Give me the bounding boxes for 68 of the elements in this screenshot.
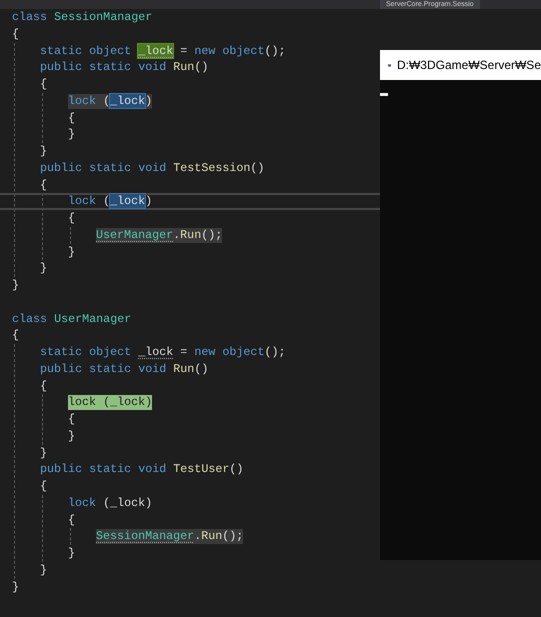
code-token: () <box>194 60 208 74</box>
code-token: static object <box>40 345 132 359</box>
text-cursor <box>380 93 388 96</box>
code-token: UserManager <box>96 228 174 242</box>
console-title: D:₩3DGame₩Server₩Se <box>396 58 541 72</box>
code-token: { <box>68 110 76 124</box>
code-token: _lock <box>138 44 174 58</box>
code-token: = <box>179 345 188 359</box>
code-token: . <box>173 228 180 242</box>
code-token: } <box>40 446 48 460</box>
code-token: { <box>68 512 76 526</box>
code-token: static object <box>40 44 132 58</box>
code-token: Run <box>180 228 202 242</box>
code-token: } <box>40 144 48 158</box>
code-token: public static void <box>40 160 166 175</box>
code-token: . <box>194 529 202 544</box>
code-token: { <box>40 77 48 91</box>
code-token: } <box>68 428 76 443</box>
code-token: Run <box>172 362 194 376</box>
code-token: TestSession <box>172 160 250 175</box>
code-token: lock <box>68 194 96 208</box>
code-token: Run <box>201 529 222 544</box>
code-token: public static void <box>40 60 166 74</box>
code-token: public static void <box>40 362 166 376</box>
code-token: { <box>12 26 20 41</box>
code-token: class <box>12 312 48 326</box>
code-token: lock <box>68 94 96 108</box>
code-token: { <box>40 378 48 392</box>
code-token: (); <box>201 228 222 242</box>
code-token: SessionManager <box>53 10 152 24</box>
code-token: TestUser <box>172 462 230 476</box>
code-token: _lock <box>110 94 146 108</box>
code-token: } <box>12 580 20 594</box>
code-token: ( <box>102 194 110 208</box>
code-token: class <box>12 10 48 24</box>
code-token: SessionManager <box>96 529 194 544</box>
code-token: { <box>68 412 76 426</box>
code-token: (_lock) <box>102 395 152 410</box>
code-token: lock <box>68 395 96 410</box>
code-token: () <box>229 462 244 476</box>
code-token: { <box>12 328 20 342</box>
code-token: _lock <box>110 194 146 208</box>
code-token: new object <box>194 345 264 359</box>
code-token: } <box>40 562 48 577</box>
code-token: } <box>68 546 76 560</box>
code-token: _lock <box>138 345 174 359</box>
code-token: ) <box>145 94 152 108</box>
code-token: () <box>194 362 208 376</box>
code-token: new object <box>194 44 264 58</box>
code-token: } <box>68 244 76 258</box>
code-token: ( <box>102 94 110 108</box>
code-token: (); <box>264 345 286 359</box>
code-token: public static void <box>40 462 166 476</box>
code-token: } <box>12 278 20 292</box>
code-token: = <box>179 44 188 58</box>
code-token: (); <box>264 44 286 58</box>
code-token: ) <box>145 194 152 208</box>
code-token: } <box>40 261 48 276</box>
code-token: (); <box>222 529 244 544</box>
code-token: { <box>40 479 48 493</box>
code-token: UserManager <box>53 312 132 326</box>
code-token: lock <box>68 496 96 510</box>
code-token: { <box>40 178 48 192</box>
code-token: { <box>68 211 76 225</box>
code-token: } <box>68 127 76 142</box>
code-token: () <box>250 160 264 175</box>
code-token: (_lock) <box>102 496 152 510</box>
code-token: Run <box>172 60 194 74</box>
